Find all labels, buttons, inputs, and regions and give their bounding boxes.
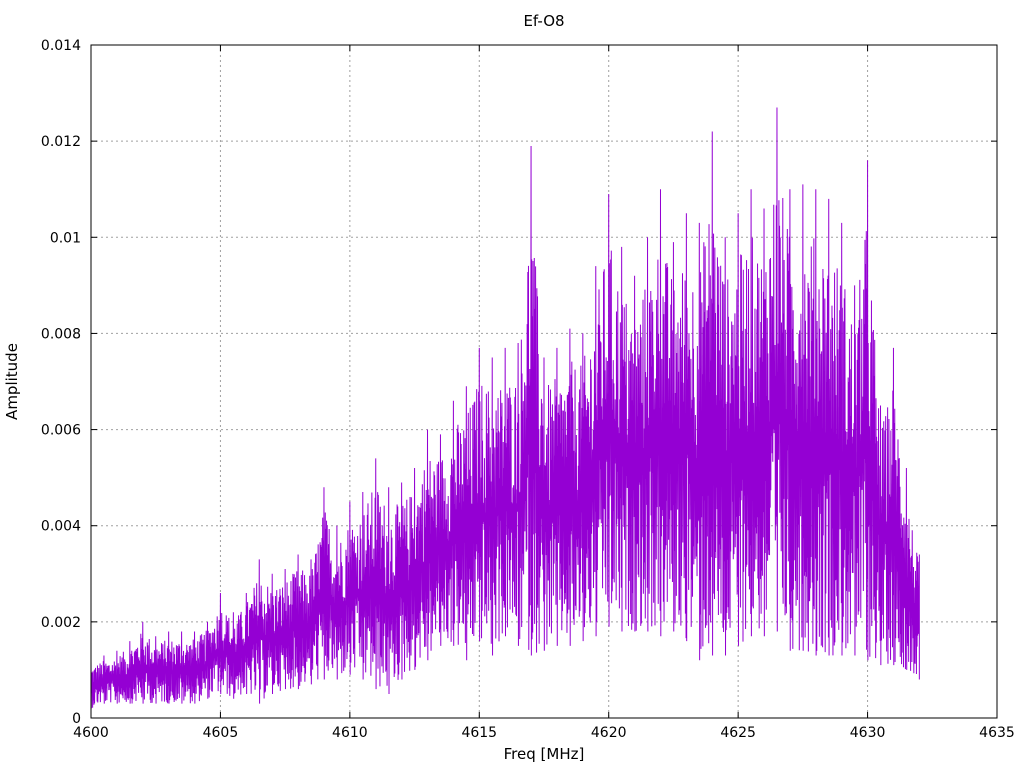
y-tick-label: 0.014 xyxy=(41,38,81,54)
x-tick-label: 4600 xyxy=(73,725,109,741)
series-layer xyxy=(90,107,920,709)
y-tick-label: 0.01 xyxy=(50,230,81,246)
chart-title: Ef-O8 xyxy=(523,12,564,30)
x-tick-label: 4630 xyxy=(850,725,886,741)
chart: Ef-O8 4600 4605 4610 4615 4620 4625 4630 4635 0 0… xyxy=(3,12,1015,763)
y-tick-label: 0.008 xyxy=(41,326,81,342)
y-tick-label: 0.006 xyxy=(41,423,81,439)
y-tick-label: 0.012 xyxy=(41,134,81,150)
x-axis-label: Freq [MHz] xyxy=(504,745,585,763)
x-tick-label: 4605 xyxy=(203,725,239,741)
y-axis-label: Amplitude xyxy=(3,343,21,420)
series-line xyxy=(90,107,920,709)
x-tick-label: 4625 xyxy=(720,725,756,741)
y-tick-label: 0.002 xyxy=(41,615,81,631)
y-tick-label: 0 xyxy=(72,711,81,727)
x-tick-label: 4635 xyxy=(979,725,1015,741)
x-tick-label: 4610 xyxy=(332,725,368,741)
x-tick-label: 4615 xyxy=(461,725,497,741)
x-tick-label: 4620 xyxy=(591,725,627,741)
y-tick-label: 0.004 xyxy=(41,519,81,535)
